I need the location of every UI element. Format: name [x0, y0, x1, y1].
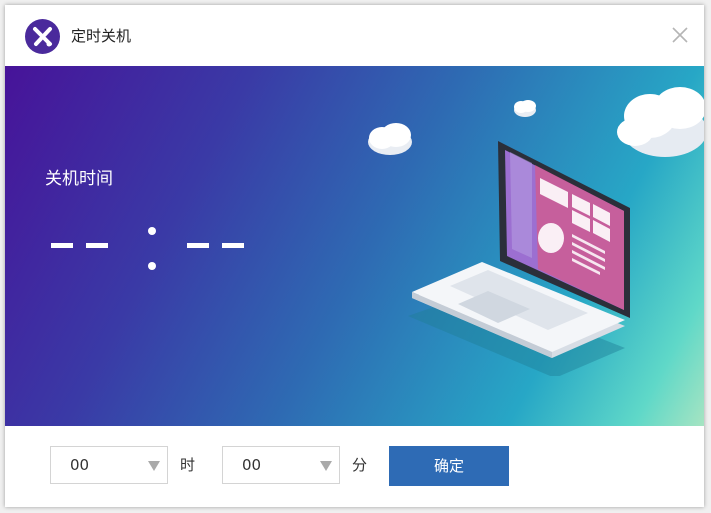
- cloud-icon: [617, 87, 704, 157]
- cloud-icon: [514, 100, 536, 117]
- hour-select-value: 00: [70, 456, 90, 474]
- hour-digit-placeholder: [51, 243, 73, 248]
- app-logo-icon: [25, 19, 60, 54]
- hour-select[interactable]: 00: [50, 446, 168, 484]
- dropdown-arrow-icon: [320, 461, 332, 471]
- shutdown-timer-window: 定时关机 关机时间 00 时 00 分 确定: [5, 5, 704, 507]
- minute-unit-label: 分: [352, 456, 368, 474]
- hour-digit-placeholder: [86, 243, 108, 248]
- time-separator-dot: [148, 227, 156, 235]
- minute-select[interactable]: 00: [222, 446, 340, 484]
- laptop-illustration: [368, 87, 704, 376]
- window-title: 定时关机: [71, 27, 132, 45]
- close-icon[interactable]: [668, 23, 692, 47]
- minute-digit-placeholder: [222, 243, 244, 248]
- time-separator-dot: [148, 262, 156, 270]
- cloud-icon: [368, 123, 412, 155]
- time-display: [51, 224, 251, 274]
- shutdown-time-label: 关机时间: [45, 169, 113, 189]
- hero-banner: 关机时间: [5, 66, 704, 426]
- minute-digit-placeholder: [187, 243, 209, 248]
- dropdown-arrow-icon: [148, 461, 160, 471]
- minute-select-value: 00: [242, 456, 262, 474]
- hour-unit-label: 时: [180, 456, 196, 474]
- title-bar: 定时关机: [5, 5, 704, 66]
- footer-controls: 00 时 00 分 确定: [5, 426, 704, 507]
- confirm-button[interactable]: 确定: [389, 446, 509, 486]
